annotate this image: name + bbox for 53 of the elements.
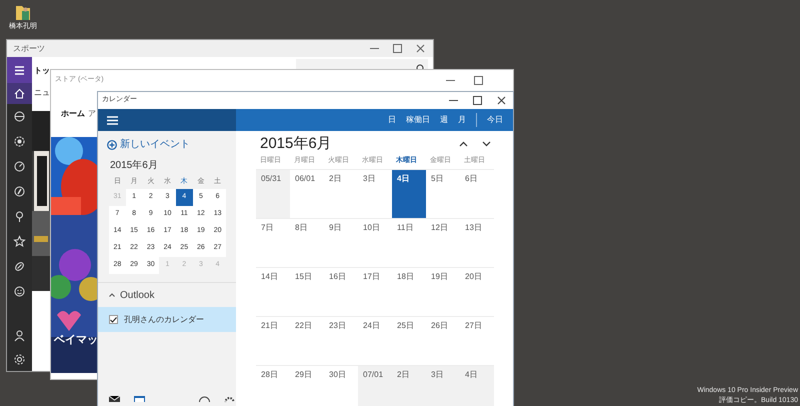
compass-icon [13,185,26,198]
previous-button[interactable] [459,141,468,148]
maximize-icon[interactable] [474,76,483,85]
day-cell[interactable]: 2日 [392,364,426,406]
day-cell[interactable]: 07/01 [358,364,392,406]
mini-month-title: 2015年6月 [110,159,159,173]
day-cell[interactable]: 4日 [460,364,494,406]
tab[interactable]: ア [88,108,96,120]
account-header[interactable]: Outlook [109,283,236,307]
view-button[interactable]: 稼働日 [401,114,435,126]
close-icon[interactable] [497,96,506,105]
calendar-item[interactable]: 孔明さんのカレンダー [98,307,236,332]
football-icon [13,260,26,273]
today-button[interactable]: 今日 [482,114,508,126]
section-tab[interactable]: ニュ [34,87,50,99]
home-icon [13,87,26,100]
view-button[interactable]: 月 [453,114,471,126]
month-title: 2015年6月 [260,134,332,154]
day-cell[interactable]: 4日 [392,168,426,218]
person-icon [13,328,26,342]
plus-circle-icon [107,140,117,150]
check-icon [110,316,117,322]
folder-icon [15,3,31,21]
chevron-up-icon [109,293,115,297]
banner-caption: ベイマッ [54,333,98,348]
menu-icon [107,116,118,124]
menu-button[interactable] [107,116,118,124]
menu-icon [13,64,26,76]
menu-button[interactable] [7,57,32,83]
view-button[interactable]: 日 [383,114,401,126]
chevron-down-icon [482,141,491,148]
ball-icon [13,135,26,148]
search-field[interactable] [296,59,428,69]
day-cell[interactable]: 05/31 [256,168,290,218]
mail-icon[interactable] [109,396,120,402]
maximize-icon[interactable] [473,96,482,105]
pin-icon [13,210,26,223]
day-cell[interactable]: 3日 [426,364,460,406]
window-title: スポーツ [13,42,45,54]
nav-item[interactable] [7,83,32,104]
new-event-button[interactable]: 新しいイベント [107,137,236,152]
ball-icon [13,110,26,123]
close-icon[interactable] [416,44,425,53]
page-heading: トッ [34,65,50,77]
gauge-icon [13,160,26,173]
checkbox[interactable] [109,315,118,324]
chevron-up-icon [459,141,468,148]
next-button[interactable] [482,141,491,148]
tab[interactable]: ホーム [61,108,85,120]
star-icon [13,235,26,248]
calendar-icon[interactable] [134,396,145,402]
maximize-icon[interactable] [393,44,402,53]
view-button[interactable]: 週 [435,114,453,126]
